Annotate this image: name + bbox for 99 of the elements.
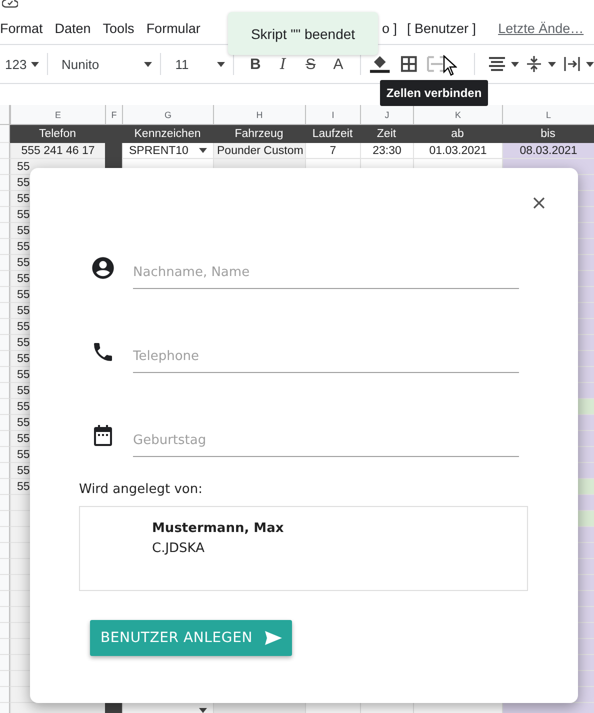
row-header[interactable] xyxy=(0,559,10,575)
row-header[interactable] xyxy=(0,351,10,367)
column-letter[interactable]: E xyxy=(10,105,105,124)
menu-item[interactable]: Formular xyxy=(146,20,200,36)
text-wrap-dropdown[interactable] xyxy=(564,56,594,72)
close-icon[interactable] xyxy=(533,197,545,209)
fill-color-icon[interactable] xyxy=(369,54,391,74)
row-header[interactable] xyxy=(0,447,10,463)
header-cell-text: Laufzeit xyxy=(311,127,354,142)
column-letter[interactable]: H xyxy=(213,105,305,124)
menu-item[interactable]: Tools xyxy=(102,20,134,36)
format-button[interactable]: B xyxy=(242,56,270,72)
column-letter[interactable]: F xyxy=(105,105,122,124)
toast-message: Skript "" beendet xyxy=(228,12,378,55)
dropdown-cell[interactable]: SPRENT10 xyxy=(122,143,213,159)
font-dropdown[interactable]: Nunito xyxy=(56,56,152,72)
column-letter[interactable]: J xyxy=(360,105,413,124)
format-button[interactable]: I xyxy=(269,55,297,73)
input-field[interactable]: Telephone xyxy=(133,339,519,373)
align-icon xyxy=(489,57,506,71)
align-dropdown[interactable] xyxy=(489,57,519,71)
merge-cells-icon[interactable] xyxy=(426,56,446,72)
row-header[interactable] xyxy=(0,399,10,415)
row-header[interactable] xyxy=(0,223,10,239)
creator-name: Mustermann, Max xyxy=(152,521,284,536)
header-cell-text: ab xyxy=(450,127,465,142)
mouse-cursor-icon xyxy=(443,55,457,76)
row-header[interactable] xyxy=(0,335,10,351)
send-icon xyxy=(264,631,282,645)
row-header[interactable] xyxy=(0,431,10,447)
column-letter[interactable]: K xyxy=(413,105,502,124)
row-header[interactable] xyxy=(0,125,10,143)
header-cell-text: Fahrzeug xyxy=(234,127,284,142)
row-header[interactable] xyxy=(0,239,10,255)
table-cell: 555 241 46 17 xyxy=(10,143,105,159)
row-header[interactable] xyxy=(0,303,10,319)
table-cell: 01.03.2021 xyxy=(413,143,502,159)
text-wrap-icon xyxy=(564,56,580,72)
header-cell-text: Telefon xyxy=(38,127,78,142)
caret-icon xyxy=(199,708,207,713)
format-button[interactable]: S xyxy=(296,56,324,72)
borders-icon[interactable] xyxy=(400,56,417,72)
column-letter[interactable]: I xyxy=(305,105,360,124)
caret-icon xyxy=(216,62,225,66)
row-header[interactable] xyxy=(0,495,10,511)
row-header[interactable] xyxy=(0,527,10,543)
format-button[interactable]: A xyxy=(324,56,352,72)
row-header[interactable] xyxy=(0,143,10,159)
tooltip: Zellen verbinden xyxy=(380,80,488,106)
creator-id: C.JDSKA xyxy=(152,541,204,556)
menu-item[interactable]: Daten xyxy=(54,20,91,36)
row-header[interactable] xyxy=(0,319,10,335)
menu-item[interactable]: [ Benutzer ] xyxy=(407,20,476,36)
row-header[interactable] xyxy=(0,463,10,479)
vertical-align-icon xyxy=(526,56,541,72)
row-header[interactable] xyxy=(0,207,10,223)
row-header[interactable] xyxy=(0,479,10,495)
row-header[interactable] xyxy=(0,591,10,607)
row-header[interactable] xyxy=(0,575,10,591)
caret-icon xyxy=(144,62,152,66)
menu-item[interactable]: Format xyxy=(0,20,43,36)
row-header[interactable] xyxy=(0,543,10,559)
row-header[interactable] xyxy=(0,511,10,527)
row-header[interactable] xyxy=(0,655,10,671)
column-letter[interactable]: L xyxy=(502,105,594,124)
last-edit-link[interactable]: Letzte Ände… xyxy=(498,20,584,36)
row-header[interactable] xyxy=(0,639,10,655)
row-header[interactable] xyxy=(0,191,10,207)
row-header[interactable] xyxy=(0,271,10,287)
vertical-align-dropdown[interactable] xyxy=(526,56,556,72)
row-header[interactable] xyxy=(0,623,10,639)
caret-icon xyxy=(586,62,594,66)
row-header[interactable] xyxy=(0,671,10,687)
number-format-dropdown[interactable]: 123 xyxy=(5,56,39,72)
table-cell: 08.03.2021 xyxy=(502,143,594,159)
font-size-dropdown[interactable]: 11 xyxy=(169,56,225,72)
row-header[interactable] xyxy=(0,367,10,383)
menu-item[interactable]: o ] xyxy=(382,20,398,36)
row-header[interactable] xyxy=(0,607,10,623)
caret-icon xyxy=(510,62,519,66)
input-field[interactable]: Geburtstag xyxy=(133,423,519,457)
header-cell-text: Zeit xyxy=(376,127,398,142)
row-header[interactable] xyxy=(0,159,10,175)
row-header[interactable] xyxy=(0,687,10,703)
row-header[interactable] xyxy=(0,175,10,191)
table-cell: 7 xyxy=(305,143,360,159)
header-cell-text: Kennzeichen xyxy=(133,127,202,142)
row-header[interactable] xyxy=(0,415,10,431)
caret-icon xyxy=(199,148,207,153)
row-header[interactable] xyxy=(0,255,10,271)
column-letter[interactable]: G xyxy=(122,105,213,124)
header-cell-text: bis xyxy=(540,127,556,142)
input-field[interactable]: Nachname, Name xyxy=(133,255,519,289)
row-header[interactable] xyxy=(0,383,10,399)
table-cell: 23:30 xyxy=(360,143,413,159)
table-cell: Pounder Custom xyxy=(213,143,305,159)
row-header[interactable] xyxy=(0,287,10,303)
caret-icon xyxy=(30,62,39,66)
caret-icon xyxy=(548,62,556,66)
